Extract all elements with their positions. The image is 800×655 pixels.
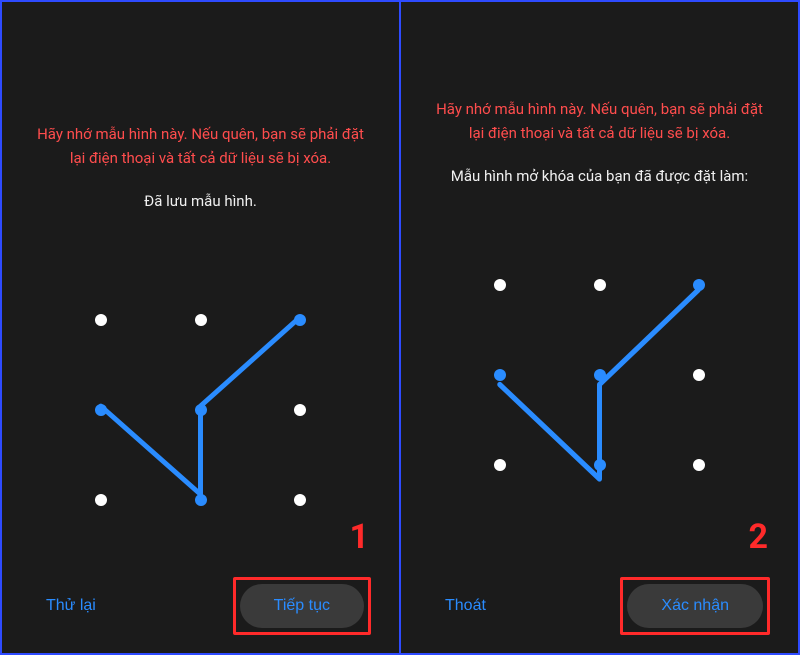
screen-pattern-confirm: Hãy nhớ mẫu hình này. Nếu quên, bạn sẽ p… <box>401 2 798 653</box>
pattern-grid[interactable] <box>2 210 399 563</box>
pattern-dot-4[interactable] <box>195 404 207 416</box>
warning-text: Hãy nhớ mẫu hình này. Nếu quên, bạn sẽ p… <box>2 122 399 170</box>
continue-button[interactable]: Tiếp tục <box>240 584 364 628</box>
pattern-dot-2[interactable] <box>693 279 705 291</box>
screen-pattern-saved: Hãy nhớ mẫu hình này. Nếu quên, bạn sẽ p… <box>2 2 401 653</box>
pattern-dot-8[interactable] <box>294 494 306 506</box>
pattern-dot-7[interactable] <box>594 459 606 471</box>
pattern-dot-3[interactable] <box>494 369 506 381</box>
pattern-dot-0[interactable] <box>494 279 506 291</box>
bottom-bar: Thử lại Tiếp tục <box>2 563 399 653</box>
pattern-dot-3[interactable] <box>95 404 107 416</box>
highlight-annotation: Xác nhận <box>620 577 770 635</box>
pattern-dot-4[interactable] <box>594 369 606 381</box>
exit-button[interactable]: Thoát <box>429 585 502 627</box>
pattern-dot-5[interactable] <box>693 369 705 381</box>
pattern-dot-6[interactable] <box>494 459 506 471</box>
pattern-dot-1[interactable] <box>594 279 606 291</box>
pattern-lines <box>2 210 399 563</box>
warning-text: Hãy nhớ mẫu hình này. Nếu quên, bạn sẽ p… <box>401 97 798 145</box>
pattern-dot-7[interactable] <box>195 494 207 506</box>
pattern-grid[interactable] <box>401 185 798 563</box>
pattern-dot-0[interactable] <box>95 314 107 326</box>
pattern-dot-5[interactable] <box>294 404 306 416</box>
highlight-annotation: Tiếp tục <box>233 577 371 635</box>
step-badge: 2 <box>748 517 768 557</box>
bottom-bar: Thoát Xác nhận <box>401 563 798 653</box>
status-text: Mẫu hình mở khóa của bạn đã được đặt làm… <box>401 167 798 185</box>
confirm-button[interactable]: Xác nhận <box>627 584 763 628</box>
pattern-dot-6[interactable] <box>95 494 107 506</box>
retry-button[interactable]: Thử lại <box>30 585 112 627</box>
step-badge: 1 <box>349 517 369 557</box>
pattern-dot-2[interactable] <box>294 314 306 326</box>
pattern-dot-1[interactable] <box>195 314 207 326</box>
pattern-dot-8[interactable] <box>693 459 705 471</box>
status-text: Đã lưu mẫu hình. <box>2 192 399 210</box>
